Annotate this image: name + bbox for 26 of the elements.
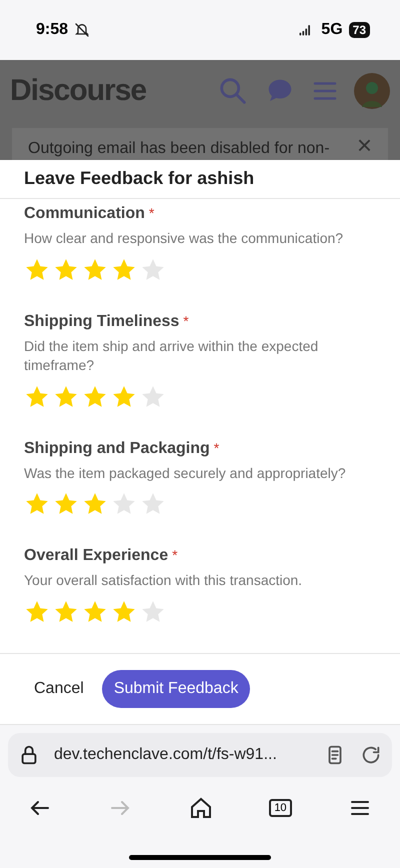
question-hint: Your overall satisfaction with this transaction.	[24, 571, 304, 590]
required-mark: *	[214, 440, 220, 456]
network-label: 5G	[321, 21, 343, 39]
required-mark: *	[148, 205, 154, 221]
question-label: Shipping Timeliness	[24, 312, 180, 330]
required-mark: *	[172, 547, 178, 564]
reload-icon[interactable]	[360, 744, 382, 766]
question-label: Shipping and Packaging	[24, 440, 210, 457]
battery-level: 73	[348, 22, 370, 38]
question-label: Overall Experience	[24, 547, 168, 564]
url-text: dev.techenclave.com/t/fs-w91...	[54, 746, 278, 764]
question-hint: Was the item packaged securely and appropriately?	[24, 464, 347, 483]
address-bar[interactable]: dev.techenclave.com/t/fs-w91...	[8, 733, 392, 777]
submit-button[interactable]: Submit Feedback	[102, 670, 250, 708]
home-icon[interactable]	[188, 796, 213, 820]
avatar[interactable]	[354, 73, 390, 109]
modal-title: Leave Feedback for ashish	[0, 160, 400, 199]
clock-time: 9:58	[36, 21, 68, 39]
required-mark: *	[183, 312, 189, 329]
question-label: Communication	[24, 205, 145, 222]
tabs-counter[interactable]: 10	[269, 799, 292, 817]
question-hint: Did the item ship and arrive within the expected timeframe?	[24, 336, 320, 376]
question-hint: How clear and responsive was the communication?	[24, 229, 344, 248]
cancel-button[interactable]: Cancel	[34, 670, 84, 708]
banner-text: Outgoing email has been disabled for non-	[28, 140, 330, 158]
muted-bell-icon	[74, 22, 90, 38]
